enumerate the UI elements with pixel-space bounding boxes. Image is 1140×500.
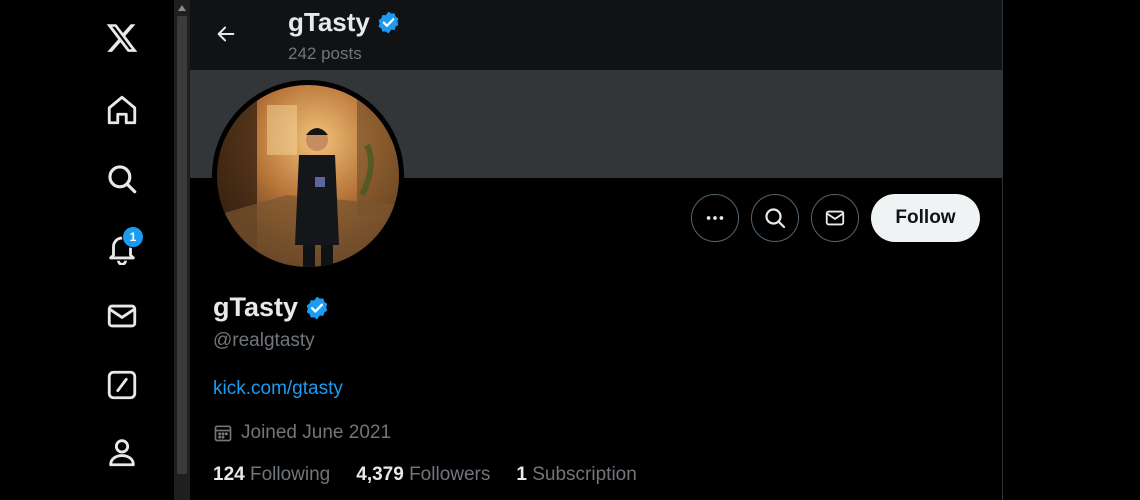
search-icon: [765, 208, 786, 229]
more-icon: [706, 216, 724, 220]
avatar[interactable]: [212, 80, 404, 272]
profile-icon[interactable]: [98, 428, 146, 476]
subscription-label: Subscription: [532, 464, 637, 485]
profile-stats: 124 Following 4,379 Followers 1 Subscrip…: [213, 464, 637, 486]
search-icon[interactable]: [98, 155, 146, 203]
home-icon[interactable]: [98, 86, 146, 134]
profile-handle: @realgtasty: [213, 330, 315, 351]
profile-header: gTasty 242 posts: [190, 0, 1002, 70]
profile-main: gTasty 242 posts Follow gTasty @realgtas…: [190, 0, 1002, 500]
header-name: gTasty: [288, 7, 370, 37]
mail-icon: [825, 210, 845, 226]
scrollbar[interactable]: [174, 0, 190, 500]
follow-button[interactable]: Follow: [871, 194, 980, 242]
subscription-count: 1: [516, 464, 527, 485]
left-nav: 1: [0, 0, 174, 500]
following-count: 124: [213, 464, 245, 485]
profile-name: gTasty: [213, 292, 330, 323]
calendar-icon: [214, 425, 232, 442]
verified-badge-icon: [378, 11, 399, 34]
followers-count: 4,379: [356, 464, 404, 485]
back-button[interactable]: [210, 18, 242, 50]
grok-icon[interactable]: [98, 361, 146, 409]
x-logo-icon[interactable]: [98, 14, 146, 62]
back-arrow-icon: [217, 26, 235, 42]
following-label: Following: [249, 464, 331, 485]
scrollbar-thumb[interactable]: [177, 16, 187, 474]
profile-website-link[interactable]: kick.com/gtasty: [213, 378, 343, 400]
join-date: Joined June 2021: [213, 422, 391, 444]
followers-stat[interactable]: 4,379 Followers: [356, 464, 490, 486]
display-name: gTasty: [213, 292, 299, 322]
subscription-stat[interactable]: 1 Subscription: [516, 464, 636, 486]
mail-icon[interactable]: [98, 292, 146, 340]
following-stat[interactable]: 124 Following: [213, 464, 330, 486]
header-title: gTasty: [288, 7, 401, 38]
followers-label: Followers: [409, 464, 491, 485]
more-options-button[interactable]: [691, 194, 739, 242]
post-count: 242 posts: [288, 44, 362, 63]
notifications-nav[interactable]: 1: [98, 224, 146, 272]
column-divider: [1002, 0, 1003, 500]
message-button[interactable]: [811, 194, 859, 242]
join-date-text: Joined June 2021: [241, 422, 392, 443]
scroll-up-arrow-icon[interactable]: [174, 0, 190, 16]
search-posts-button[interactable]: [751, 194, 799, 242]
notification-badge: 1: [122, 226, 144, 248]
verified-badge-icon[interactable]: [304, 295, 330, 321]
